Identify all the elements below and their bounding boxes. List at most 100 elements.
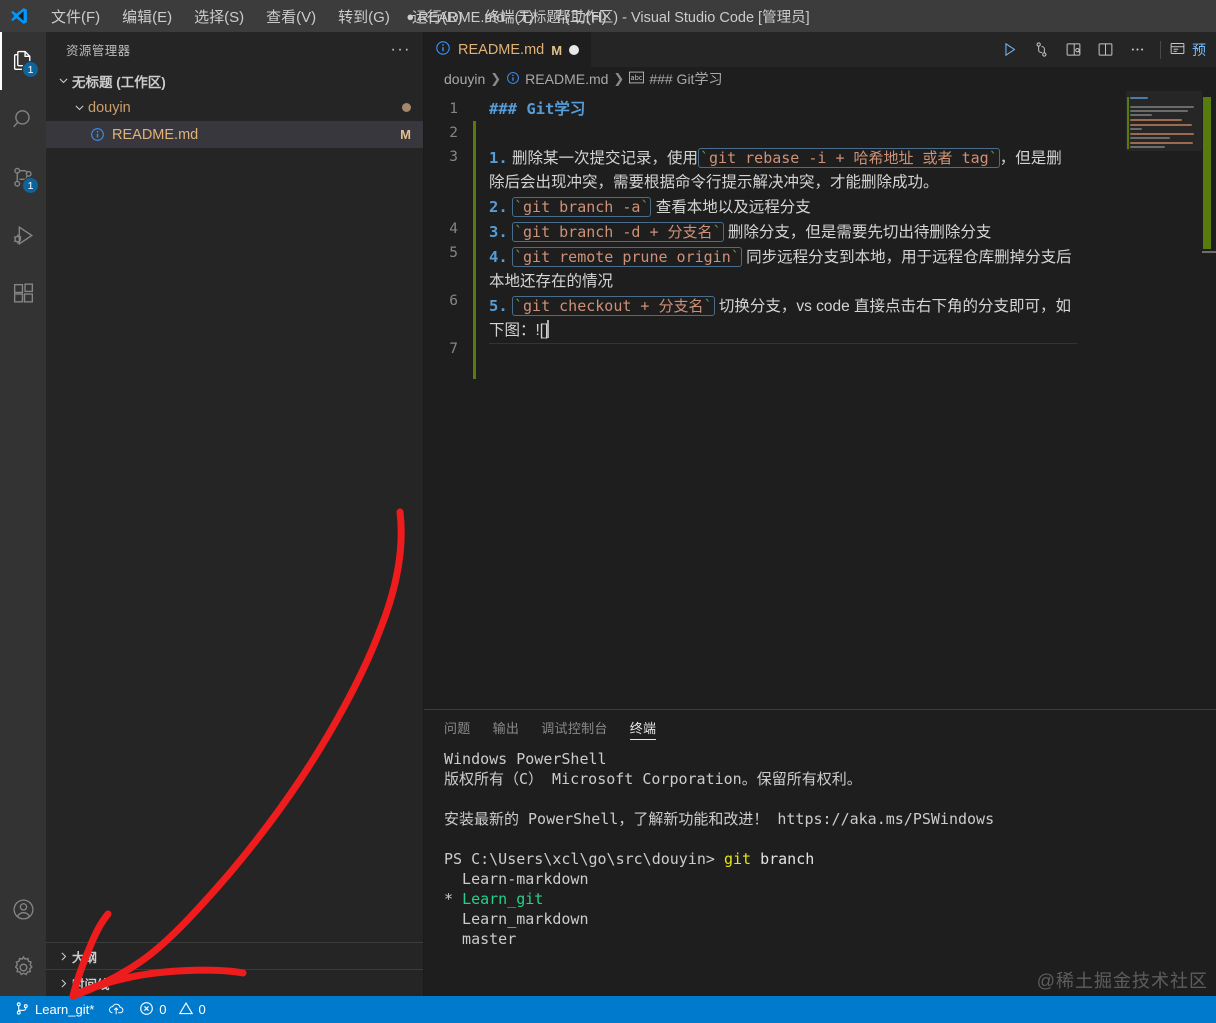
terminal-arg: branch xyxy=(751,850,815,868)
terminal-output[interactable]: Windows PowerShell 版权所有（C） Microsoft Cor… xyxy=(424,745,1216,996)
panel-tab-debug-console[interactable]: 调试控制台 xyxy=(541,710,608,745)
menu-view[interactable]: 查看(V) xyxy=(255,3,327,30)
line-number: 1 xyxy=(449,101,458,117)
menu-file[interactable]: 文件(F) xyxy=(40,3,111,30)
preview-pane-header[interactable]: 预 xyxy=(1169,40,1210,60)
git-compare-icon[interactable] xyxy=(1026,35,1056,65)
breadcrumb-separator: ❯ xyxy=(490,71,502,86)
editor-text[interactable]: ### Git学习 1. 删除某一次提交记录，使用 `git rebase -i … xyxy=(477,91,1077,709)
sidebar-more-actions-button[interactable]: ··· xyxy=(391,41,411,57)
status-sync[interactable] xyxy=(101,996,132,1023)
inline-code: `git rebase -i + 哈希地址 或者 tag` xyxy=(698,148,1000,168)
menu-selection[interactable]: 选择(S) xyxy=(183,3,255,30)
inline-code: `git branch -a` xyxy=(511,197,652,217)
list-number: 4. xyxy=(489,248,508,266)
tree-item-workspace[interactable]: 无标题 (工作区) xyxy=(46,67,423,94)
chevron-down-icon xyxy=(70,101,88,114)
activity-search[interactable] xyxy=(0,90,46,148)
vscode-window: 文件(F) 编辑(E) 选择(S) 查看(V) 转到(G) 运行(R) 终端(T… xyxy=(0,0,1216,1023)
minimap[interactable] xyxy=(1126,91,1202,709)
overview-git-change xyxy=(1203,97,1211,249)
line-number: 2 xyxy=(449,125,458,141)
tab-modified-badge: M xyxy=(551,42,563,58)
status-bar: Learn_git* 0 0 xyxy=(0,996,1216,1023)
split-editor-button[interactable] xyxy=(1090,35,1120,65)
panel-tab-problems[interactable]: 问题 xyxy=(444,710,471,745)
tree-item-folder-douyin[interactable]: douyin xyxy=(46,94,423,121)
inline-code: `git branch -d + 分支名` xyxy=(511,222,724,242)
breadcrumb: douyin ❯ README.md ❯ abc ### Git学习 xyxy=(424,67,1216,91)
breadcrumb-item-file[interactable]: README.md xyxy=(506,71,608,88)
tab-dirty-dot-icon[interactable] xyxy=(569,45,580,55)
file-modified-badge: M xyxy=(400,127,411,142)
preview-pane-label: 预 xyxy=(1192,41,1206,58)
svg-text:abc: abc xyxy=(631,74,643,82)
tree-item-folder-decoration xyxy=(402,103,411,112)
list-text: 删除分支，但是需要先切出待删除分支 xyxy=(727,224,992,241)
panel-tab-terminal[interactable]: 终端 xyxy=(629,710,657,745)
breadcrumb-item-folder[interactable]: douyin xyxy=(444,71,485,87)
source-control-badge: 1 xyxy=(22,177,39,194)
menu-edit[interactable]: 编辑(E) xyxy=(111,3,183,30)
line-number: 3 xyxy=(449,149,458,165)
warning-triangle-icon xyxy=(178,1001,194,1019)
code-editor[interactable]: 1 2 3 4 5 6 7 ### Git学习 1. 删除某一次提交记录，使用 … xyxy=(424,91,1216,709)
explorer-badge: 1 xyxy=(22,61,39,78)
line-number-gutter: 1 2 3 4 5 6 7 xyxy=(424,91,472,709)
more-actions-button[interactable] xyxy=(1122,35,1152,65)
vscode-logo-icon xyxy=(0,6,38,26)
terminal-line: 安装最新的 PowerShell，了解新功能和改进！ https://aka.m… xyxy=(444,810,995,828)
tree-item-workspace-label: 无标题 (工作区) xyxy=(72,74,166,90)
terminal-line: 版权所有（C） Microsoft Corporation。保留所有权利。 xyxy=(444,770,862,788)
markdown-info-icon xyxy=(435,40,451,60)
activity-extensions[interactable] xyxy=(0,264,46,322)
breadcrumb-item-symbol[interactable]: abc ### Git学习 xyxy=(629,69,722,89)
panel-tab-output[interactable]: 输出 xyxy=(493,710,520,745)
terminal-branch-current: Learn_git xyxy=(462,890,544,908)
sidebar-section-timeline-label: 时间线 xyxy=(72,977,110,992)
tree-item-file-readme[interactable]: README.md M xyxy=(46,121,423,148)
menu-go[interactable]: 转到(G) xyxy=(327,3,401,30)
activity-account[interactable] xyxy=(0,880,46,938)
chevron-right-icon xyxy=(54,977,72,990)
overview-marker xyxy=(1202,251,1216,253)
menu-run[interactable]: 运行(R) xyxy=(401,3,474,30)
line-number: 5 xyxy=(449,245,458,261)
markdown-info-icon xyxy=(90,127,105,142)
terminal-prompt: PS C:\Users\xcl\go\src\douyin> xyxy=(444,850,724,868)
editor-action-bar: 预 xyxy=(994,32,1216,67)
abc-symbol-icon: abc xyxy=(629,71,645,87)
sidebar-title: 资源管理器 xyxy=(66,44,131,58)
list-number: 1. xyxy=(489,149,508,167)
status-problems[interactable]: 0 0 xyxy=(132,996,212,1023)
editor-tabs: README.md M 预 xyxy=(424,32,1216,67)
status-branch[interactable]: Learn_git* xyxy=(8,996,101,1023)
code-line-3: 1. 删除某一次提交记录，使用 `git rebase -i + 哈希地址 或者 … xyxy=(489,146,1077,195)
menu-terminal[interactable]: 终端(T) xyxy=(474,3,545,30)
inline-code: `git checkout + 分支名` xyxy=(511,296,715,316)
sidebar-section-outline[interactable]: 大纲 xyxy=(46,942,423,969)
open-preview-to-side-button[interactable] xyxy=(1058,35,1088,65)
tab-readme[interactable]: README.md M xyxy=(424,32,593,67)
sidebar-header: 资源管理器 ··· xyxy=(46,32,423,67)
sidebar-section-timeline[interactable]: 时间线 xyxy=(46,969,423,996)
list-text: 删除某一次提交记录，使用 xyxy=(511,150,698,167)
activity-source-control[interactable]: 1 xyxy=(0,148,46,206)
code-line-1: ### Git学习 xyxy=(489,97,1077,122)
activity-settings[interactable] xyxy=(0,938,46,996)
run-button[interactable] xyxy=(994,35,1024,65)
markdown-info-icon xyxy=(506,71,520,88)
list-number: 5. xyxy=(489,297,508,315)
activity-run-debug[interactable] xyxy=(0,206,46,264)
code-line-7: 5. `git checkout + 分支名` 切换分支，vs code 直接点… xyxy=(489,294,1077,344)
chevron-right-icon xyxy=(54,950,72,963)
git-added-lines-indicator xyxy=(473,121,476,379)
breadcrumb-folder-label: douyin xyxy=(444,71,486,87)
terminal-line: Learn_markdown xyxy=(444,910,589,928)
activity-explorer[interactable]: 1 xyxy=(0,32,46,90)
overview-ruler[interactable] xyxy=(1202,91,1216,709)
terminal-star: * xyxy=(444,890,463,908)
menu-help[interactable]: 帮助(H) xyxy=(545,3,618,30)
tab-label: README.md xyxy=(458,42,545,58)
